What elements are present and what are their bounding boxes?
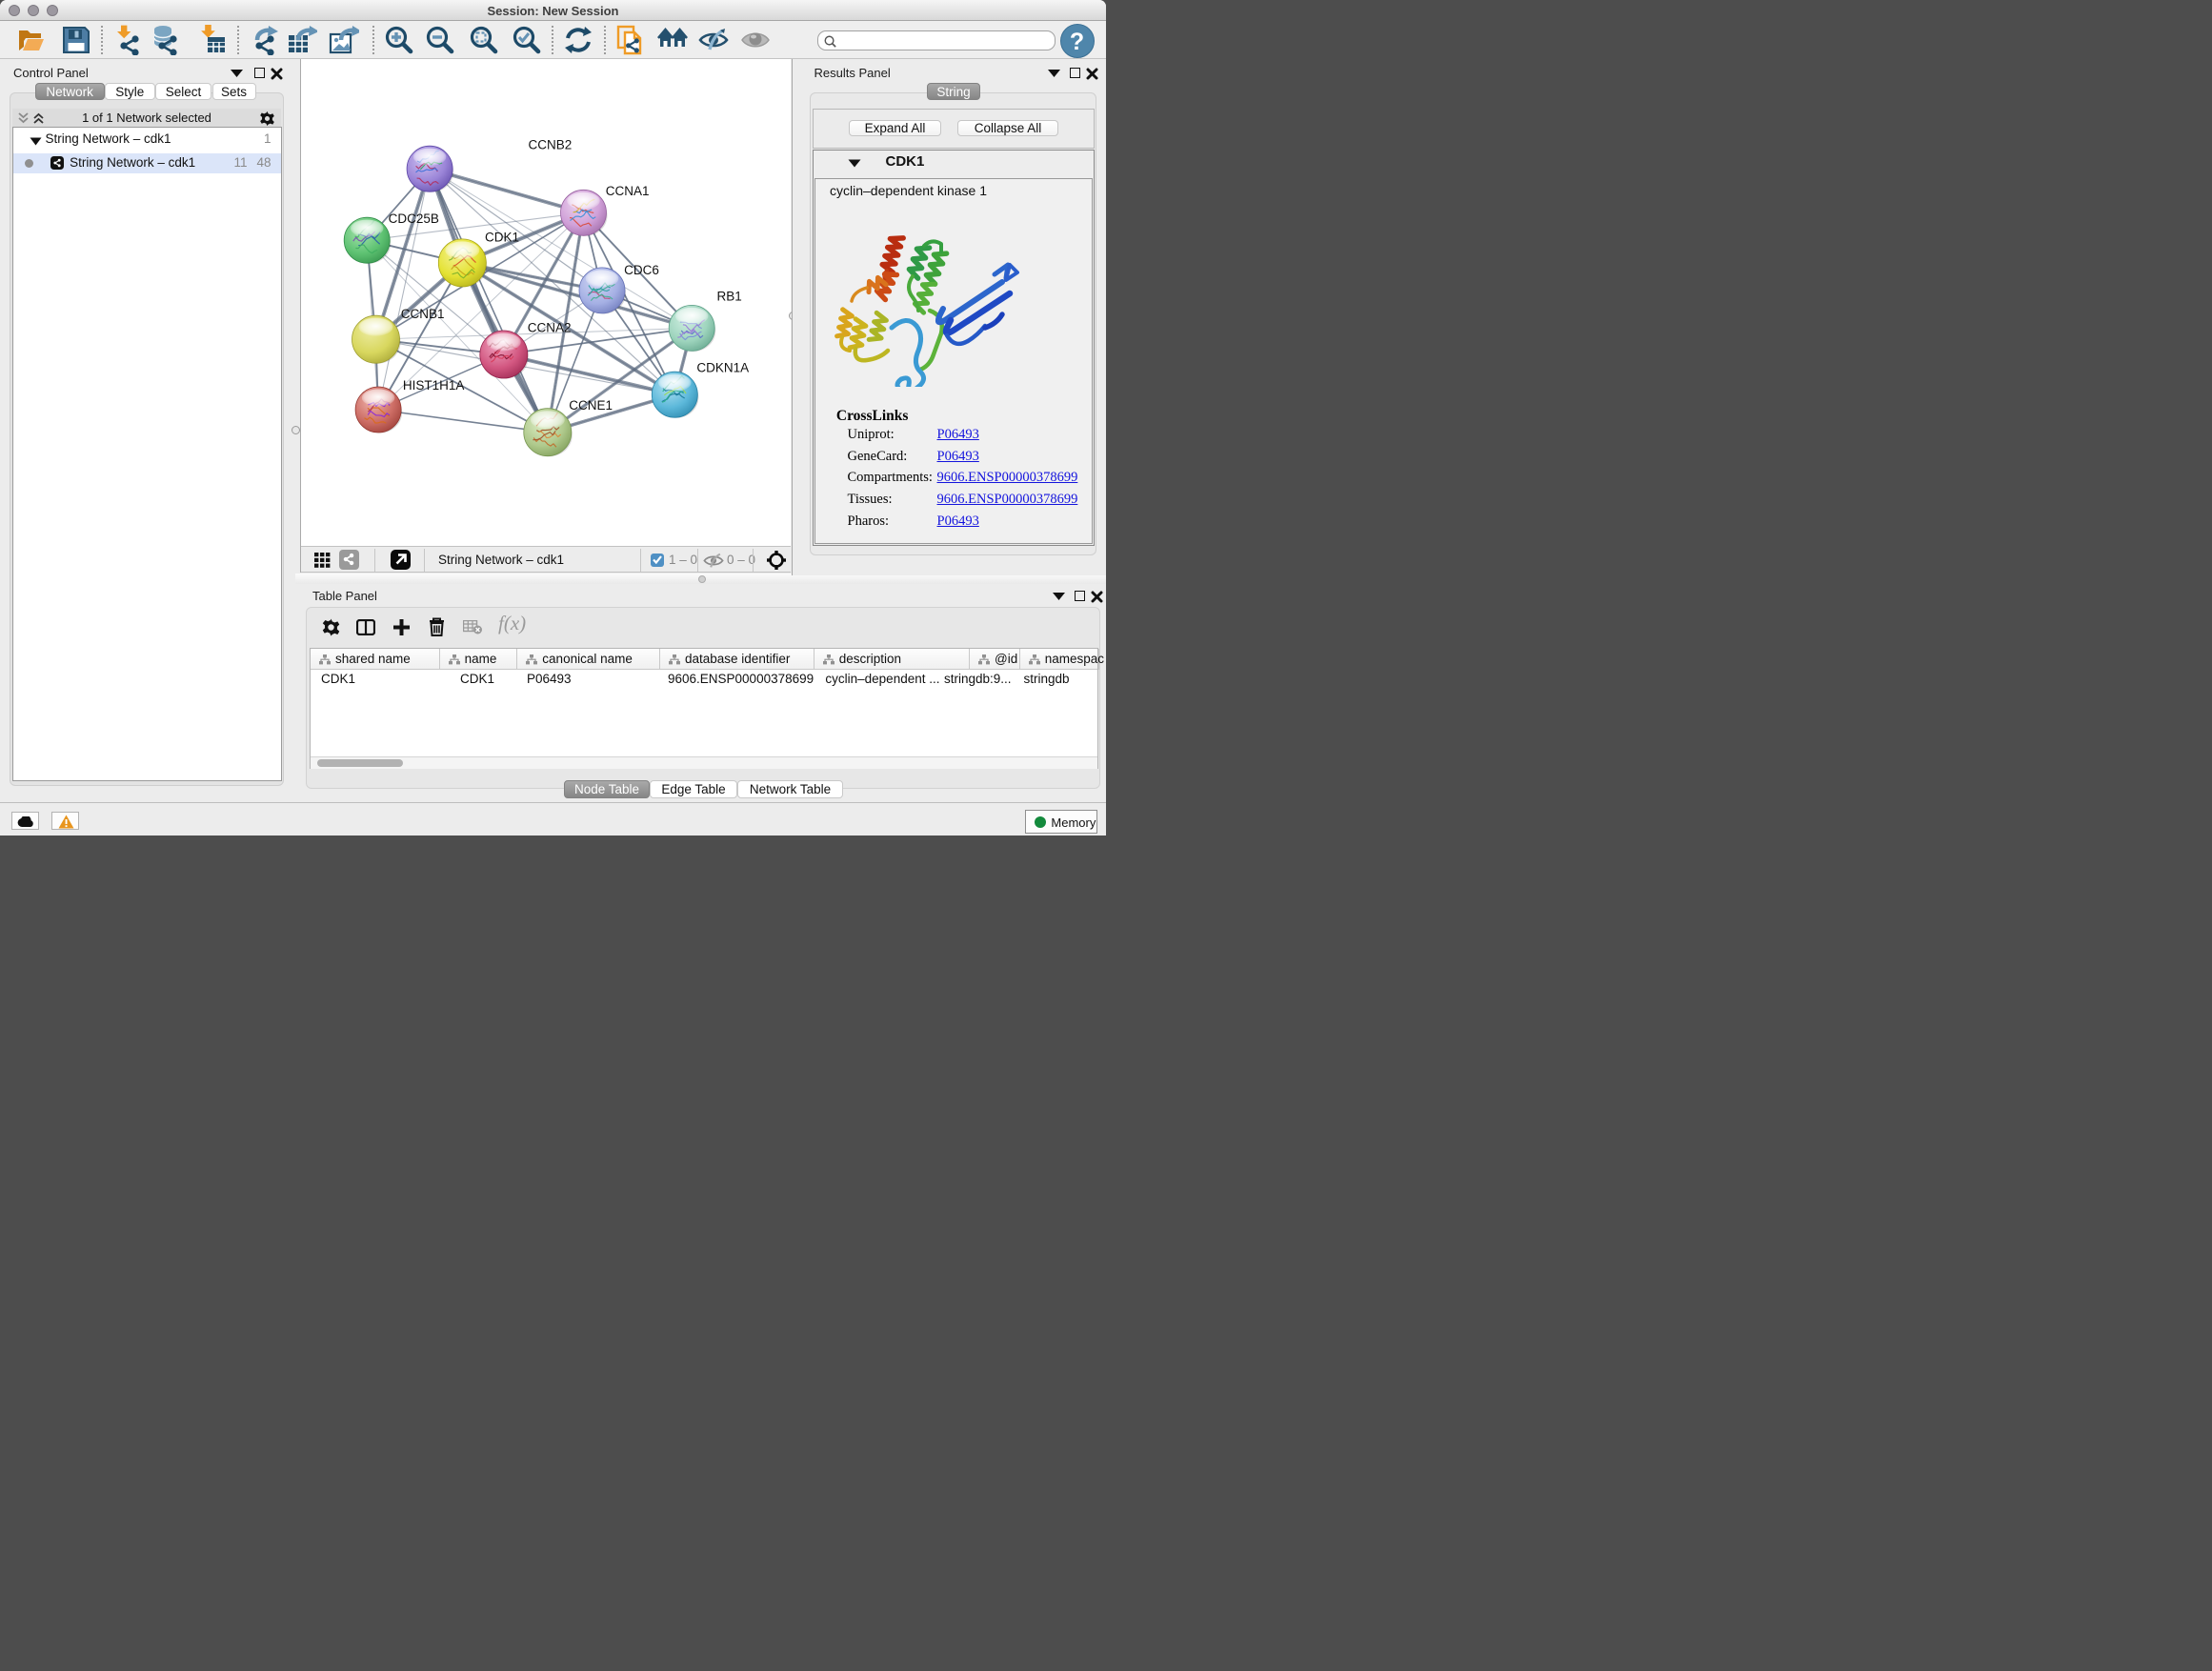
- svg-text:HIST1H1A: HIST1H1A: [403, 378, 465, 393]
- svg-text:CCNB2: CCNB2: [528, 138, 572, 152]
- svg-text:RB1: RB1: [716, 290, 741, 304]
- svg-text:CCNA1: CCNA1: [606, 184, 650, 198]
- svg-text:CCNE1: CCNE1: [569, 398, 613, 413]
- svg-text:CDKN1A: CDKN1A: [696, 361, 749, 375]
- svg-text:CDC6: CDC6: [624, 263, 659, 277]
- svg-text:CCNB1: CCNB1: [401, 307, 445, 321]
- svg-text:CCNA2: CCNA2: [527, 321, 571, 335]
- svg-text:CDC25B: CDC25B: [388, 211, 438, 226]
- svg-text:CDK1: CDK1: [485, 231, 519, 245]
